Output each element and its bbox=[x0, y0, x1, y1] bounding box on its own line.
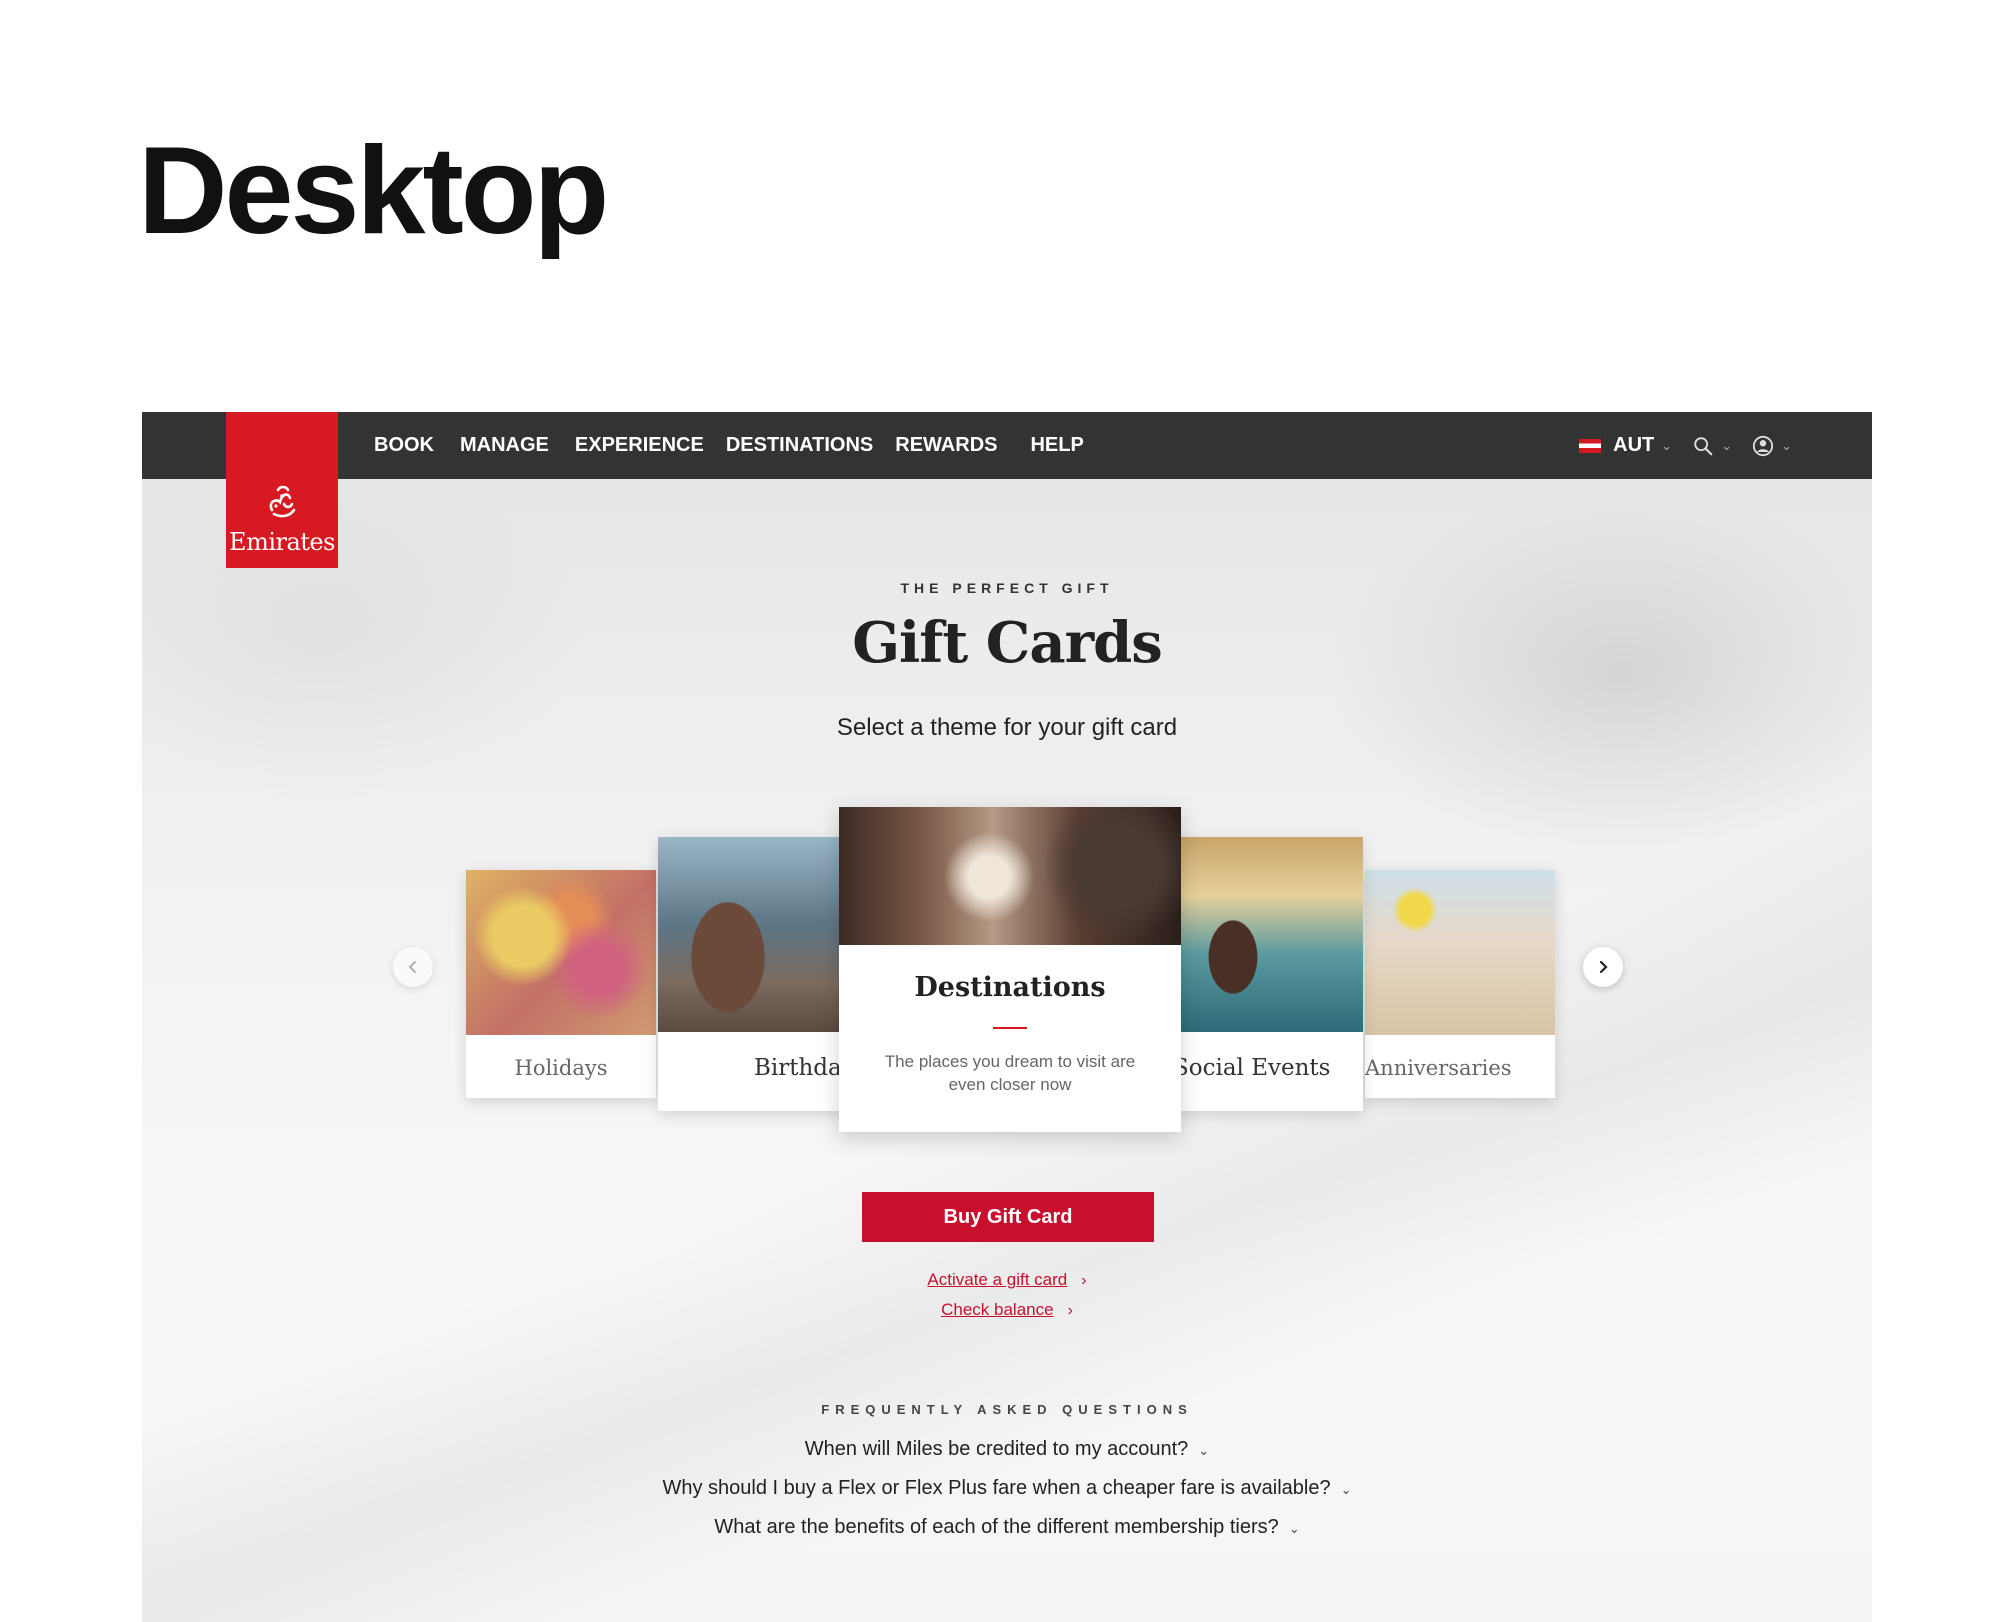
buy-gift-card-button[interactable]: Buy Gift Card bbox=[862, 1192, 1154, 1242]
carousel-prev-button[interactable] bbox=[393, 947, 433, 987]
carousel-next-button[interactable] bbox=[1583, 947, 1623, 987]
card-image bbox=[658, 837, 848, 1032]
nav-destinations[interactable]: DESTINATIONS bbox=[726, 434, 873, 457]
activate-link-row: Activate a gift card › bbox=[142, 1270, 1872, 1290]
emirates-calligraphy-icon bbox=[269, 485, 296, 518]
faq-question[interactable]: What are the benefits of each of the dif… bbox=[142, 1516, 1872, 1539]
hero-eyebrow: THE PERFECT GIFT bbox=[900, 580, 1114, 596]
theme-card-social-events[interactable]: Social Events bbox=[1173, 837, 1363, 1111]
chevron-left-icon bbox=[408, 961, 416, 973]
card-label: Social Events bbox=[1173, 1055, 1331, 1081]
country-selector[interactable]: AUT bbox=[1613, 434, 1654, 457]
card-label: Birthdays bbox=[754, 1055, 848, 1081]
search-icon[interactable] bbox=[1692, 435, 1714, 457]
austria-flag-icon bbox=[1579, 438, 1602, 453]
nav-book[interactable]: BOOK bbox=[374, 434, 434, 457]
page-heading: Desktop bbox=[138, 122, 609, 260]
browser-viewport: BOOK MANAGE EXPERIENCE DESTINATIONS REWA… bbox=[142, 412, 1872, 1622]
card-image bbox=[1365, 870, 1555, 1035]
nav-rewards[interactable]: REWARDS bbox=[895, 434, 997, 457]
chevron-down-icon: ⌄ bbox=[1340, 1482, 1352, 1497]
card-label: Holidays bbox=[514, 1056, 608, 1080]
faq-question-text: What are the benefits of each of the dif… bbox=[714, 1516, 1279, 1538]
card-description: The places you dream to visit are even c… bbox=[884, 1052, 1136, 1094]
check-balance-link[interactable]: Check balance bbox=[941, 1300, 1053, 1319]
nav-experience[interactable]: EXPERIENCE bbox=[575, 434, 704, 457]
nav-help[interactable]: HELP bbox=[1030, 434, 1083, 457]
chevron-down-icon[interactable]: ⌄ bbox=[1781, 438, 1792, 454]
chevron-right-icon: › bbox=[1067, 1302, 1073, 1319]
card-image bbox=[1173, 837, 1363, 1032]
page-title: Gift Cards bbox=[852, 610, 1163, 676]
theme-card-holidays[interactable]: Holidays bbox=[466, 870, 656, 1098]
chevron-right-icon bbox=[1599, 960, 1608, 974]
card-divider bbox=[993, 1027, 1027, 1029]
nav-links: BOOK MANAGE EXPERIENCE DESTINATIONS REWA… bbox=[374, 412, 1110, 479]
theme-card-birthdays[interactable]: Birthdays bbox=[658, 837, 848, 1111]
nav-utilities: AUT ⌄ ⌄ ⌄ bbox=[1579, 412, 1792, 479]
top-navigation: BOOK MANAGE EXPERIENCE DESTINATIONS REWA… bbox=[142, 412, 1872, 479]
chevron-down-icon[interactable]: ⌄ bbox=[1661, 438, 1672, 454]
logo-text: Emirates bbox=[229, 528, 335, 556]
card-label: Anniversaries bbox=[1365, 1056, 1512, 1080]
user-account-icon[interactable] bbox=[1752, 435, 1774, 457]
theme-card-anniversaries[interactable]: Anniversaries bbox=[1365, 870, 1555, 1098]
card-title: Destinations bbox=[914, 972, 1106, 1003]
emirates-logo[interactable]: Emirates bbox=[226, 412, 338, 568]
theme-card-destinations[interactable]: Destinations The places you dream to vis… bbox=[839, 807, 1181, 1132]
card-image bbox=[466, 870, 656, 1035]
faq-heading: FREQUENTLY ASKED QUESTIONS bbox=[821, 1402, 1193, 1417]
page-subtitle: Select a theme for your gift card bbox=[836, 714, 1178, 741]
faq-question[interactable]: When will Miles be credited to my accoun… bbox=[142, 1438, 1872, 1461]
balance-link-row: Check balance › bbox=[142, 1300, 1872, 1320]
chevron-right-icon: › bbox=[1081, 1272, 1087, 1289]
activate-gift-card-link[interactable]: Activate a gift card bbox=[927, 1270, 1067, 1289]
card-image bbox=[839, 807, 1181, 945]
nav-manage[interactable]: MANAGE bbox=[460, 434, 549, 457]
chevron-down-icon: ⌄ bbox=[1198, 1443, 1210, 1458]
chevron-down-icon[interactable]: ⌄ bbox=[1721, 438, 1732, 454]
chevron-down-icon: ⌄ bbox=[1288, 1521, 1300, 1536]
faq-question[interactable]: Why should I buy a Flex or Flex Plus far… bbox=[142, 1477, 1872, 1500]
faq-question-text: Why should I buy a Flex or Flex Plus far… bbox=[662, 1477, 1331, 1499]
faq-question-text: When will Miles be credited to my accoun… bbox=[804, 1438, 1189, 1460]
